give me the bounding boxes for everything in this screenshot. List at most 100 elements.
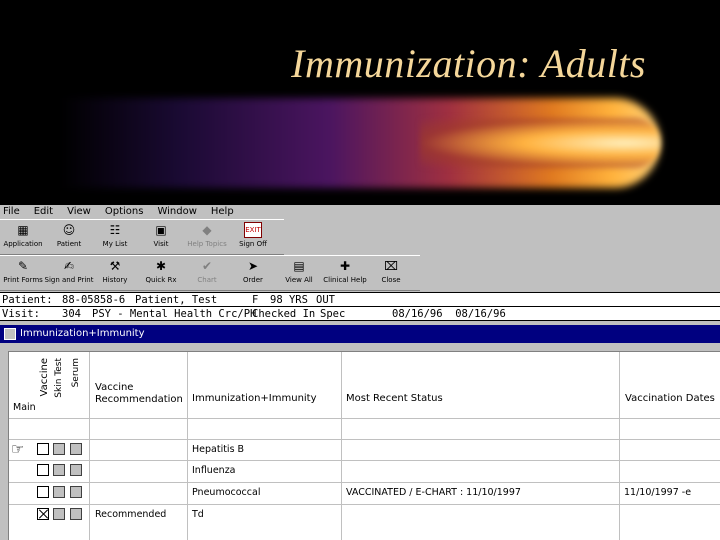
toolbar-button-label: Clinical Help — [323, 276, 367, 284]
clinical-help-icon: ✚ — [339, 259, 351, 273]
order-button[interactable]: ➤ Order — [230, 256, 276, 290]
help-topics-icon: ◆ — [202, 223, 212, 237]
patient-label: Patient: — [2, 294, 53, 306]
col-header-main: Main — [13, 402, 36, 413]
comet-core-graphic — [420, 118, 660, 168]
view-all-button[interactable]: ▤ View All — [276, 256, 322, 290]
skin-test-checkbox[interactable] — [53, 464, 65, 476]
quick-rx-icon: ✱ — [155, 259, 167, 273]
col-header-immunization: Immunization+Immunity — [192, 393, 317, 404]
grid-line — [9, 418, 720, 419]
chart-icon: ✔ — [201, 259, 213, 273]
main-toolbar: ▦ Application ☺ Patient ☷ My List ▣ Visit ◆ Help … — [0, 219, 284, 255]
immunization-name-cell: Td — [192, 509, 204, 520]
vaccine-checkbox[interactable] — [37, 508, 49, 520]
visit-icon: ▣ — [155, 223, 167, 237]
toolbar-button-label: Chart — [197, 276, 217, 284]
toolbar-button-label: Sign and Print — [44, 276, 94, 284]
print-forms-button[interactable]: ✎ Print Forms — [0, 256, 46, 290]
col-header-dates: Vaccination Dates — [625, 393, 715, 404]
immunization-window: Immunization+Immunity Vaccine Skin Test … — [0, 325, 720, 540]
patient-name: Patient, Test — [135, 294, 218, 306]
status-cell: VACCINATED / E-CHART : 11/10/1997 — [346, 487, 521, 498]
sign-and-print-icon: ✍ — [63, 259, 75, 273]
clinical-help-button[interactable]: ✚ Clinical Help — [322, 256, 368, 290]
skin-test-checkbox[interactable] — [53, 508, 65, 520]
exit-icon: EXIT — [244, 222, 262, 238]
patient-row: Patient: 88-05858-6 Patient, Test F 98 Y… — [0, 293, 720, 307]
chart-button[interactable]: ✔ Chart — [184, 256, 230, 290]
vaccine-checkbox[interactable] — [37, 486, 49, 498]
patient-icon: ☺ — [62, 223, 76, 237]
table-row[interactable]: Influenza — [9, 460, 720, 481]
quick-rx-button[interactable]: ✱ Quick Rx — [138, 256, 184, 290]
my-list-button[interactable]: ☷ My List — [92, 220, 138, 254]
toolbar-button-label: Quick Rx — [145, 276, 177, 284]
col-header-skin-test: Skin Test — [54, 358, 64, 398]
serum-checkbox[interactable] — [70, 464, 82, 476]
serum-checkbox[interactable] — [70, 508, 82, 520]
menu-edit[interactable]: Edit — [34, 205, 53, 219]
patient-toolbar: ✎ Print Forms ✍ Sign and Print ⚒ History ✱ Quic… — [0, 255, 420, 291]
patient-button[interactable]: ☺ Patient — [46, 220, 92, 254]
vaccination-dates-cell: 11/10/1997 -e — [624, 487, 692, 498]
toolbar-button-label: History — [102, 276, 128, 284]
menu-help[interactable]: Help — [211, 205, 234, 219]
visit-checkin-status: Checked In — [252, 308, 316, 320]
order-icon: ➤ — [247, 259, 259, 273]
window-title-bar[interactable]: Immunization+Immunity — [0, 325, 720, 343]
patient-info-bar: Patient: 88-05858-6 Patient, Test F 98 Y… — [0, 292, 720, 321]
toolbar-button-label: Close — [381, 276, 401, 284]
table-row[interactable]: Pneumococcal VACCINATED / E-CHART : 11/10… — [9, 482, 720, 503]
serum-checkbox[interactable] — [70, 443, 82, 455]
toolbar-button-label: Patient — [56, 240, 82, 248]
skin-test-checkbox[interactable] — [53, 486, 65, 498]
col-header-serum: Serum — [71, 358, 81, 388]
application-icon: ▦ — [17, 223, 29, 237]
visit-label: Visit: — [2, 308, 40, 320]
immunization-name-cell: Hepatitis B — [192, 444, 245, 455]
col-header-recommendation: Vaccine Recommendation — [95, 382, 183, 405]
visit-row: Visit: 304 PSY - Mental Health Crc/PH Ch… — [0, 307, 720, 321]
table-row[interactable]: Recommended Td — [9, 504, 720, 525]
toolbar-button-label: Order — [243, 276, 263, 284]
menu-options[interactable]: Options — [105, 205, 144, 219]
visit-spec: Spec — [320, 308, 346, 320]
vaccine-checkbox[interactable] — [37, 464, 49, 476]
col-header-status: Most Recent Status — [346, 393, 443, 404]
visit-button[interactable]: ▣ Visit — [138, 220, 184, 254]
patient-age: 98 YRS — [270, 294, 308, 306]
skin-test-checkbox[interactable] — [53, 443, 65, 455]
toolbar-button-label: Application — [3, 240, 43, 248]
patient-status: OUT — [316, 294, 335, 306]
menu-bar: File Edit View Options Window Help — [0, 205, 720, 219]
toolbar-button-label: Visit — [153, 240, 169, 248]
menu-file[interactable]: File — [3, 205, 20, 219]
immunization-grid: Vaccine Skin Test Serum Main Vaccine Rec… — [8, 351, 720, 540]
visit-dates: 08/16/96 08/16/96 — [392, 308, 506, 320]
history-icon: ⚒ — [109, 259, 121, 273]
history-button[interactable]: ⚒ History — [92, 256, 138, 290]
exit-button[interactable]: EXIT Sign Off — [230, 220, 276, 254]
help-topics-button[interactable]: ◆ Help Topics — [184, 220, 230, 254]
toolbar-button-label: View All — [285, 276, 313, 284]
serum-checkbox[interactable] — [70, 486, 82, 498]
patient-sex: F — [252, 294, 259, 306]
close-button[interactable]: ⌧ Close — [368, 256, 414, 290]
col-header-vaccine: Vaccine — [39, 358, 50, 397]
pointer-hand-icon: ☞ — [11, 440, 25, 458]
close-icon: ⌧ — [384, 259, 398, 273]
toolbar-button-label: My List — [102, 240, 128, 248]
table-row[interactable]: ☞ Hepatitis B — [9, 439, 720, 460]
vaccine-checkbox[interactable] — [37, 443, 49, 455]
menu-view[interactable]: View — [67, 205, 91, 219]
patient-id: 88-05858-6 — [62, 294, 126, 306]
sign-and-print-button[interactable]: ✍ Sign and Print — [44, 256, 94, 290]
application-button[interactable]: ▦ Application — [0, 220, 46, 254]
visit-code: 304 — [62, 308, 81, 320]
menu-window[interactable]: Window — [157, 205, 196, 219]
slide-title: Immunization: Adults — [291, 41, 646, 86]
window-icon[interactable] — [4, 328, 16, 340]
slide-header: Immunization: Adults — [0, 0, 720, 205]
print-forms-icon: ✎ — [17, 259, 29, 273]
